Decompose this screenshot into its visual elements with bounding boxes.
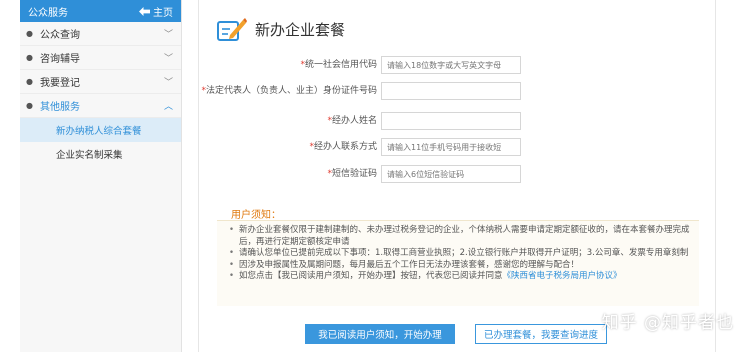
form-row-legal-rep-id: *法定代表人（负责人、业主）身份证件号码: [199, 82, 521, 100]
page-title: 新办企业套餐: [255, 20, 346, 39]
home-label: 主页: [153, 7, 173, 19]
form-row-credit-code: *统一社会信用代码: [199, 56, 521, 74]
bullet-icon: ●: [26, 77, 33, 86]
bullet-icon: ●: [26, 101, 33, 110]
sidebar-title: 公众服务: [28, 7, 68, 19]
notice-item: 如您点击【我已阅读用户须知，开始办理】按钮，代表您已阅读并同意《陕西省电子税务局…: [229, 271, 693, 283]
sidebar-subitem-label: 新办纳税人综合套餐: [56, 126, 142, 137]
field-label-text: 统一社会信用代码: [304, 59, 377, 70]
bullet-icon: ●: [26, 29, 33, 38]
sidebar-item-other-services[interactable]: ● 其他服务 ︿: [20, 94, 181, 118]
sidebar-item-registration[interactable]: ● 我要登记 ﹀: [20, 70, 181, 94]
chevron-down-icon: ﹀: [163, 30, 173, 40]
notice-box: 新办企业套餐仅限于建制建制的、未办理过税务登记的企业，个体纳税人需要申请定期定额…: [217, 220, 699, 306]
field-label-text: 经办人姓名: [331, 115, 377, 126]
home-link[interactable]: 主页: [139, 4, 173, 19]
notice-item: 请确认您单位已提前完成以下事项：1.取得工商营业执照；2.设立银行账户并取得开户…: [229, 248, 693, 260]
notice-item-text: 如您点击【我已阅读用户须知，开始办理】按钮，代表您已阅读并同意: [239, 271, 503, 281]
sidebar-subitem-label: 企业实名制采集: [56, 150, 123, 161]
sidebar-item-label: 我要登记: [40, 78, 80, 89]
field-label: *统一社会信用代码: [199, 60, 381, 71]
legal-rep-id-input[interactable]: [381, 82, 521, 100]
sidebar-item-consulting[interactable]: ● 咨询辅导 ﹀: [20, 46, 181, 70]
notice-list: 新办企业套餐仅限于建制建制的、未办理过税务登记的企业，个体纳税人需要申请定期定额…: [217, 221, 699, 283]
handler-phone-input[interactable]: [381, 138, 521, 156]
query-progress-button[interactable]: 已办理套餐，我要查询进度: [475, 324, 607, 344]
credit-code-input[interactable]: [381, 56, 521, 74]
sms-code-input[interactable]: [381, 165, 521, 183]
sidebar-header: 公众服务 主页: [20, 0, 181, 22]
sidebar-subitem-new-taxpayer-package[interactable]: 新办纳税人综合套餐: [20, 118, 181, 142]
start-processing-button[interactable]: 我已阅读用户须知，开始办理: [305, 324, 455, 344]
sidebar-item-label: 其他服务: [40, 102, 80, 113]
notice-item: 因涉及申报属性及属期问题，每月最后五个工作日无法办理该套餐，感谢您的理解与配合！: [229, 260, 693, 272]
bullet-icon: ●: [26, 53, 33, 62]
field-label: *经办人联系方式: [199, 142, 381, 153]
watermark: 知乎 @知乎者也: [601, 313, 734, 333]
arrow-home-icon: [139, 6, 150, 16]
field-label: *短信验证码: [199, 169, 381, 180]
user-agreement-link[interactable]: 《陕西省电子税务局用户协议》: [503, 271, 622, 281]
sidebar-subitem-real-name-collection[interactable]: 企业实名制采集: [20, 142, 181, 166]
field-label-text: 短信验证码: [331, 168, 377, 179]
chevron-down-icon: ﹀: [163, 54, 173, 64]
sidebar-item-label: 公众查询: [40, 30, 80, 41]
field-label: *法定代表人（负责人、业主）身份证件号码: [199, 86, 381, 97]
field-label: *经办人姓名: [199, 116, 381, 127]
sidebar: 公众服务 主页 ● 公众查询 ﹀ ● 咨询辅导 ﹀ ● 我要登记 ﹀ ● 其他服…: [20, 0, 182, 352]
form-row-handler-phone: *经办人联系方式: [199, 138, 521, 156]
sidebar-item-label: 咨询辅导: [40, 54, 80, 65]
handler-name-input[interactable]: [381, 112, 521, 130]
chevron-up-icon: ︿: [163, 102, 173, 112]
field-label-text: 法定代表人（负责人、业主）身份证件号码: [205, 85, 377, 96]
notice-title: 用户须知：: [231, 210, 281, 221]
sidebar-item-public-query[interactable]: ● 公众查询 ﹀: [20, 22, 181, 46]
page-header: 新办企业套餐: [217, 16, 345, 42]
chevron-down-icon: ﹀: [163, 78, 173, 88]
pencil-form-icon: [217, 18, 247, 41]
main-panel: 新办企业套餐 *统一社会信用代码 *法定代表人（负责人、业主）身份证件号码 *经…: [198, 0, 716, 352]
notice-item: 新办企业套餐仅限于建制建制的、未办理过税务登记的企业，个体纳税人需要申请定期定额…: [229, 225, 693, 248]
form-row-handler-name: *经办人姓名: [199, 112, 521, 130]
form-row-sms-code: *短信验证码: [199, 165, 521, 183]
field-label-text: 经办人联系方式: [313, 141, 377, 152]
